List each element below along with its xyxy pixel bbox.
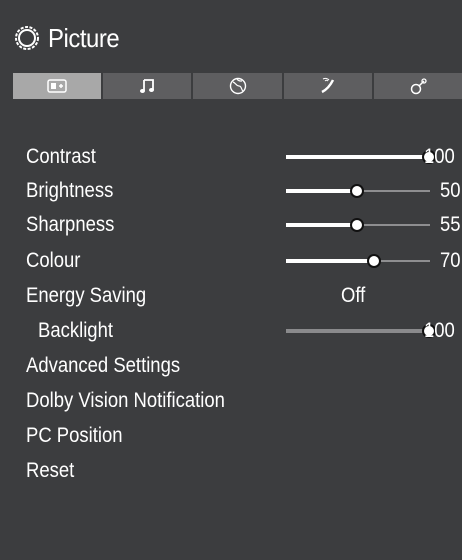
slider-knob[interactable]: [350, 184, 364, 198]
setting-value: 55: [440, 213, 461, 236]
setting-backlight[interactable]: Backlight 100: [0, 314, 462, 348]
tab-picture[interactable]: [13, 73, 102, 99]
slider-fill: [286, 155, 430, 159]
network-icon: [409, 77, 427, 95]
setting-label: Reset: [26, 459, 75, 482]
setting-label: Contrast: [26, 145, 96, 168]
setting-sharpness[interactable]: Sharpness 55: [0, 208, 462, 242]
energy-saving-value[interactable]: Off: [341, 279, 365, 313]
setting-pc-position[interactable]: PC Position: [0, 419, 462, 453]
setting-reset[interactable]: Reset: [0, 454, 462, 488]
sharpness-slider[interactable]: [286, 208, 430, 242]
slider-fill: [286, 329, 430, 333]
setting-label: Colour: [26, 249, 81, 272]
setting-value: 50: [440, 179, 461, 202]
setting-label: Advanced Settings: [26, 354, 181, 377]
backlight-slider[interactable]: [286, 314, 436, 348]
setting-label: Sharpness: [26, 213, 115, 236]
setting-dolby-vision[interactable]: Dolby Vision Notification: [0, 384, 462, 418]
globe-icon: [229, 77, 247, 95]
picture-icon: [47, 79, 67, 93]
setting-brightness[interactable]: Brightness 50: [0, 174, 462, 208]
setting-value: 100: [424, 319, 455, 342]
colour-slider[interactable]: [286, 244, 430, 278]
tab-channel[interactable]: [193, 73, 282, 99]
setting-label: Energy Saving: [26, 284, 147, 307]
tab-network[interactable]: [373, 73, 462, 99]
slider-fill: [286, 259, 375, 263]
setting-label: Dolby Vision Notification: [26, 389, 225, 412]
setting-advanced[interactable]: Advanced Settings: [0, 349, 462, 383]
category-tabs: [13, 73, 462, 99]
tab-satellite[interactable]: [283, 73, 372, 99]
slider-fill: [286, 189, 358, 193]
setting-energy-saving[interactable]: Energy Saving Off: [0, 279, 462, 313]
setting-label: PC Position: [26, 424, 123, 447]
setting-contrast[interactable]: Contrast 100: [0, 140, 462, 174]
setting-value: 100: [424, 145, 455, 168]
page-title: Picture: [48, 22, 120, 53]
tab-sound[interactable]: [103, 73, 192, 99]
slider-knob[interactable]: [350, 218, 364, 232]
setting-label: Brightness: [26, 179, 114, 202]
menu-header: Picture: [14, 18, 125, 58]
slider-fill: [286, 223, 358, 227]
setting-colour[interactable]: Colour 70: [0, 244, 462, 278]
picture-menu: Picture Contrast 100 Brightness 50 Sharp…: [0, 0, 462, 560]
setting-value: 70: [440, 249, 461, 272]
music-note-icon: [139, 78, 155, 94]
setting-label: Backlight: [38, 319, 113, 342]
slider-knob[interactable]: [367, 254, 381, 268]
contrast-slider[interactable]: [286, 140, 436, 174]
satellite-icon: [319, 77, 337, 95]
settings-ring-icon: [14, 25, 40, 51]
brightness-slider[interactable]: [286, 174, 430, 208]
